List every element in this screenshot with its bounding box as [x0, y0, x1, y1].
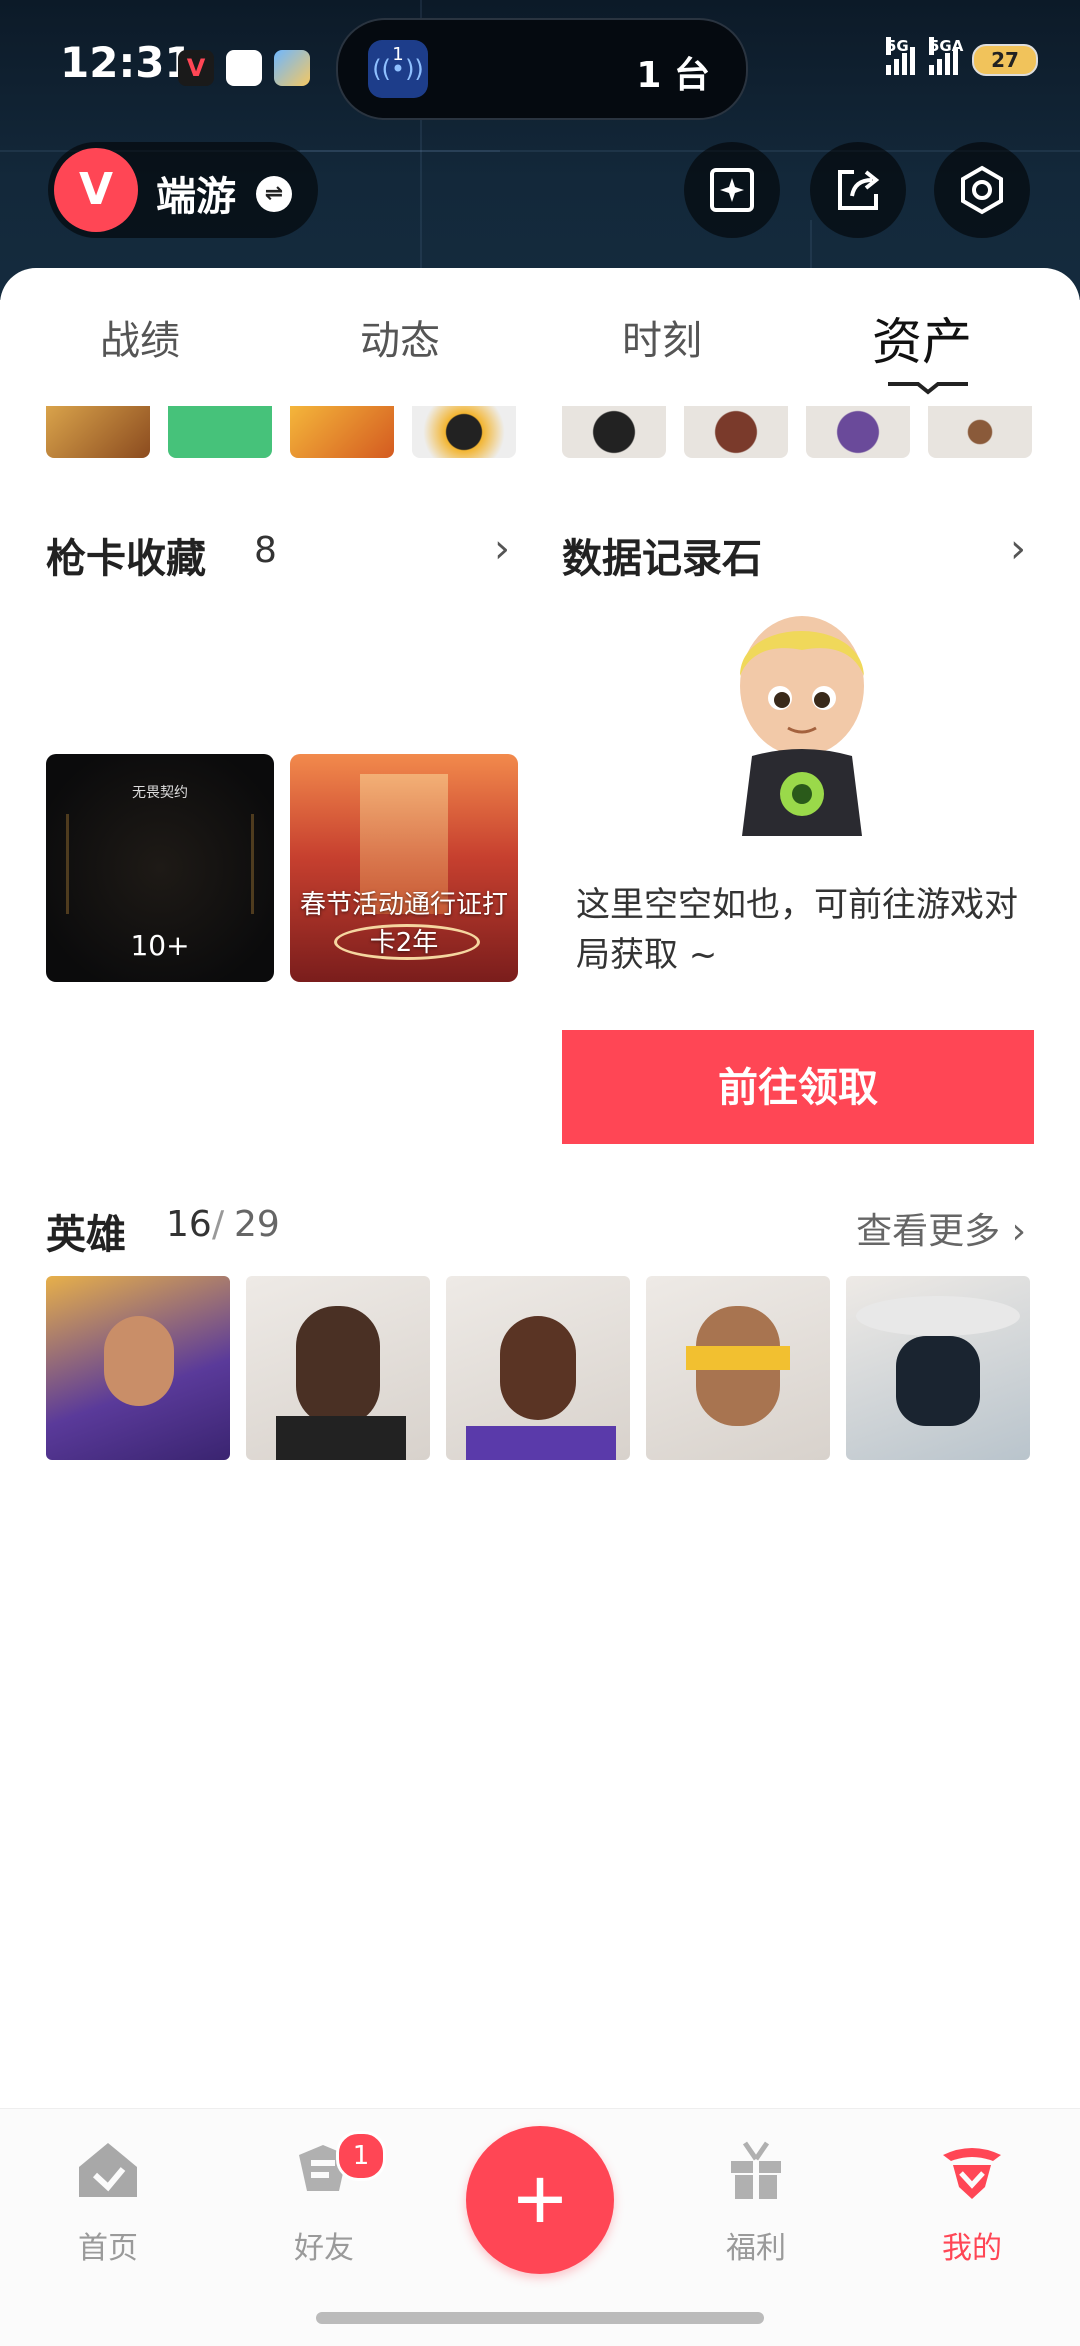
profile-icon	[943, 2148, 1001, 2199]
share-button[interactable]	[810, 142, 906, 238]
nav-home[interactable]: 首页	[38, 2135, 178, 2267]
signal-5g-icon: 5G	[886, 37, 915, 75]
gun-card-label: 春节活动通行证打卡2年	[300, 890, 509, 958]
app-notification-icon	[274, 50, 310, 86]
valorant-logo-icon: V	[54, 148, 138, 232]
gun-card-item[interactable]: 无畏契约 10+	[46, 754, 274, 982]
hero-portrait[interactable]	[246, 1276, 430, 1460]
spray-item[interactable]	[46, 406, 150, 458]
buddy-item[interactable]	[684, 406, 788, 458]
gun-card-brand: 无畏契约	[132, 785, 188, 801]
sparkle-card-icon	[710, 168, 754, 212]
island-count: 1	[392, 44, 404, 65]
swap-icon: ⇌	[256, 176, 292, 212]
share-icon	[838, 170, 880, 210]
nav-benefits[interactable]: 福利	[686, 2135, 826, 2267]
content-card: 战绩 动态 时刻 资产 枪卡收藏 8 › 无畏契约 10+ 春节活动通行证打卡2…	[0, 268, 1080, 2110]
spray-item[interactable]	[168, 406, 272, 458]
signal-5ga-icon: 5GA	[929, 37, 963, 75]
gun-cards-title: 枪卡收藏	[46, 536, 206, 582]
sprays-row	[46, 406, 516, 458]
notification-icons: V	[178, 50, 310, 86]
heroes-separator: /	[212, 1204, 225, 1245]
tab-moments[interactable]: 时刻	[622, 308, 702, 366]
home-icon	[79, 2143, 137, 2197]
hero-portrait[interactable]	[446, 1276, 630, 1460]
buddy-item[interactable]	[806, 406, 910, 458]
tab-record[interactable]: 战绩	[100, 308, 180, 366]
home-indicator[interactable]	[316, 2312, 764, 2324]
broadcast-icon: 1 ((•))	[368, 40, 428, 98]
nav-profile-label: 我的	[942, 2231, 1002, 2266]
spray-item[interactable]	[412, 406, 516, 458]
create-post-button[interactable]: +	[466, 2126, 614, 2274]
tab-active-indicator	[888, 382, 968, 395]
spray-item[interactable]	[290, 406, 394, 458]
status-time: 12:31	[60, 38, 194, 87]
buddy-item[interactable]	[928, 406, 1032, 458]
nav-friends-label: 好友	[294, 2231, 354, 2266]
valorant-notification-icon: V	[178, 50, 214, 86]
empty-state-text: 这里空空如也，可前往游戏对局获取 ~	[576, 885, 1018, 975]
tab-feed[interactable]: 动态	[360, 308, 440, 366]
nav-friends[interactable]: 1 好友	[254, 2131, 394, 2267]
mascot-illustration	[740, 616, 864, 836]
tab-assets[interactable]: 资产	[872, 302, 972, 374]
gun-cards-count: 8	[254, 530, 277, 571]
buddies-row	[562, 406, 1032, 458]
settings-button[interactable]	[934, 142, 1030, 238]
hero-portrait[interactable]	[646, 1276, 830, 1460]
game-name: 端游	[156, 174, 236, 220]
gun-card-count: 10+	[130, 929, 190, 962]
data-stone-chevron-icon[interactable]: ›	[1010, 526, 1026, 572]
heroes-title: 英雄	[46, 1212, 126, 1258]
dynamic-island[interactable]: 1 ((•)) 1 台	[336, 18, 748, 120]
gun-cards-chevron-icon[interactable]: ›	[494, 526, 510, 572]
game-switcher[interactable]: V 端游 ⇌	[48, 142, 318, 238]
heroes-owned: 16	[166, 1204, 212, 1245]
battery-icon: 27	[972, 44, 1038, 76]
see-more-label: 查看更多	[856, 1211, 1001, 1252]
gift-icon	[731, 2141, 781, 2199]
heroes-total: 29	[234, 1204, 280, 1245]
nav-home-label: 首页	[78, 2231, 138, 2266]
island-text: 1 台	[636, 55, 710, 96]
gun-card-item[interactable]: 春节活动通行证打卡2年	[290, 754, 518, 982]
nav-benefits-label: 福利	[726, 2231, 786, 2266]
settings-hexagon-icon	[961, 165, 1003, 215]
claim-button[interactable]: 前往领取	[562, 1030, 1034, 1144]
friends-badge: 1	[336, 2131, 386, 2181]
hero-portrait[interactable]	[46, 1276, 230, 1460]
see-more-link[interactable]: 查看更多 ›	[856, 1202, 1026, 1254]
sparkle-card-button[interactable]	[684, 142, 780, 238]
hero-portrait[interactable]	[846, 1276, 1030, 1460]
data-stone-title: 数据记录石	[562, 536, 762, 582]
tab-bar: 战绩 动态 时刻 资产	[0, 268, 1080, 406]
nav-profile[interactable]: 我的	[902, 2135, 1042, 2267]
header-background: 12:31 V 1 ((•)) 1 台 5G 5GA 27 V 端游 ⇌	[0, 0, 1080, 300]
qq-notification-icon	[226, 50, 262, 86]
buddy-item[interactable]	[562, 406, 666, 458]
status-right: 5G 5GA 27	[886, 37, 1038, 76]
heroes-list	[46, 1276, 1030, 1460]
